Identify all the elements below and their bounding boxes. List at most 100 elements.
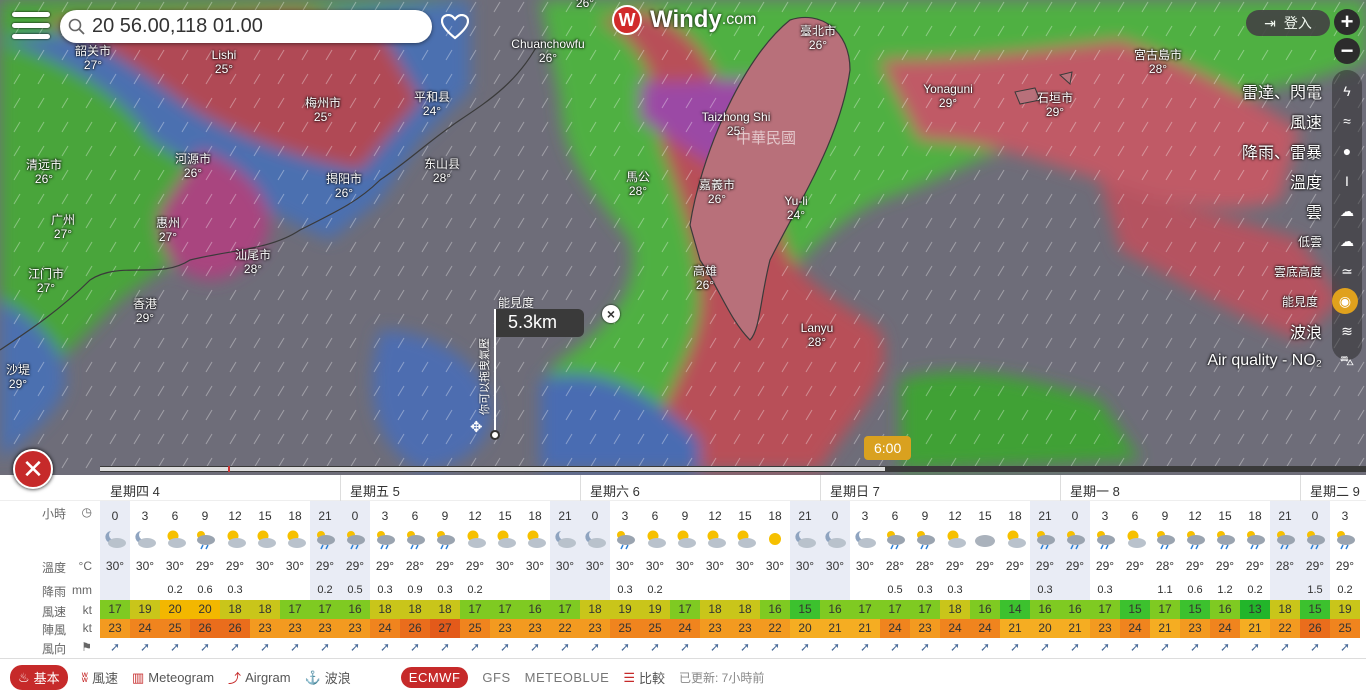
layer-radar[interactable]: 雷達、閃電 ϟ [1006, 76, 1366, 106]
search-box[interactable] [60, 10, 432, 43]
hour-cell: 0 [1311, 509, 1319, 523]
wind-cell: 18 [220, 600, 250, 619]
city-label: 广州 27° [50, 213, 76, 241]
temp-cell: 30° [825, 559, 845, 573]
wind-direction-arrow-icon: ➚ [1159, 640, 1171, 654]
wind-direction-arrow-icon: ➚ [109, 640, 121, 654]
layer-low-clouds[interactable]: 低雲 ☁ [1006, 226, 1366, 256]
search-input[interactable] [92, 15, 422, 38]
wind-cell: 17 [1090, 600, 1120, 619]
low-cloud-icon: ☁ [1340, 232, 1354, 249]
weather-cell [880, 528, 910, 555]
temp-cell: 29° [195, 559, 215, 573]
country-label: 中華民國 [735, 130, 797, 147]
compare-button[interactable]: ☰ 比較 [623, 668, 665, 687]
login-button[interactable]: ⇥ 登入 [1246, 10, 1330, 36]
hour-cell: 3 [621, 509, 629, 523]
drag-move-icon[interactable]: ✥ [470, 418, 483, 436]
wind-direction-arrow-icon: ➚ [949, 640, 961, 654]
drag-hint: 你可以拖曳氣壓 [479, 338, 491, 415]
weather-cell [610, 528, 640, 555]
model-meteoblue[interactable]: METEOBLUE [525, 670, 610, 685]
layer-air-quality[interactable]: Air quality - NO₂ ⛍ [1006, 346, 1366, 376]
picker-close-icon[interactable]: × [602, 305, 620, 323]
rain-cloud-icon [1337, 531, 1355, 550]
rain-cell: 0.5 [887, 584, 903, 596]
wind-direction-arrow-icon: ➚ [1039, 640, 1051, 654]
temp-cell: 30° [795, 559, 815, 573]
compare-icon: ☰ [623, 669, 635, 685]
weather-cell [1210, 528, 1240, 555]
car-icon: ⛍ [1339, 351, 1355, 368]
wind-cell: 19 [1330, 600, 1360, 619]
weather-map[interactable]: 韶关市 27° Lishi 25° Chuanchowfu 26° 梅州市 25° 平和… [0, 0, 1366, 475]
wind-cell: 15 [1120, 600, 1150, 619]
layer-waves[interactable]: 波浪 ≋ [1006, 316, 1366, 346]
rain-cell: 0.3 [617, 584, 633, 596]
zoom-in-button[interactable]: + [1334, 9, 1360, 35]
hour-cell: 6 [1131, 509, 1139, 523]
gust-cell: 23 [520, 619, 550, 638]
layer-wind[interactable]: 風速 ≈ [1006, 106, 1366, 136]
temp-cell: 28° [1155, 559, 1175, 573]
tab-waves[interactable]: ⚓ 波浪 [305, 668, 351, 687]
tab-meteogram[interactable]: ▥ Meteogram [132, 670, 214, 686]
rain-cloud-icon [1067, 531, 1085, 550]
temp-cell: 28° [405, 559, 425, 573]
city-label: 汕尾市 28° [234, 248, 272, 276]
hour-cell: 0 [591, 509, 599, 523]
row-label-text: 降雨 [42, 585, 67, 599]
temp-cell: 30° [495, 559, 515, 573]
wind-direction-arrow-icon: ➚ [829, 640, 841, 654]
row-unit: kt [82, 621, 92, 635]
layer-rain[interactable]: 降雨、雷暴 ● [1006, 136, 1366, 166]
wind-direction-arrow-icon: ➚ [1279, 640, 1291, 654]
hour-cell: 3 [1341, 509, 1349, 523]
close-forecast-button[interactable]: ✕ [13, 449, 53, 489]
picker-dot[interactable] [490, 430, 500, 440]
city-label: 平和县 24° [413, 90, 451, 118]
partly-cloudy-night-icon [105, 531, 126, 548]
rain-cell: 0.3 [947, 584, 963, 596]
row-label-text: 小時 [42, 507, 67, 521]
rain-cell: 0.3 [1037, 584, 1053, 596]
weather-cell [820, 528, 850, 555]
hour-cell: 18 [1008, 509, 1022, 523]
menu-button[interactable] [12, 12, 50, 42]
hour-cell: 3 [141, 509, 149, 523]
rain-cloud-icon [1097, 531, 1115, 550]
time-bubble[interactable]: 6:00 [864, 436, 912, 460]
tab-wind[interactable]: ʬ 風速 [82, 668, 118, 687]
wind-direction-arrow-icon: ➚ [409, 640, 421, 654]
rain-cloud-icon [377, 531, 395, 550]
gust-cell: 23 [280, 619, 310, 638]
gust-cell: 26 [220, 619, 250, 638]
tab-airgram[interactable]: ⤴ Airgram [228, 668, 291, 687]
partly-cloudy-night-icon [555, 531, 576, 548]
model-gfs[interactable]: GFS [482, 670, 510, 685]
layer-temperature[interactable]: 溫度 I [1006, 166, 1366, 196]
favorite-heart-icon[interactable] [441, 14, 469, 40]
tab-basic[interactable]: ♨ 基本 [10, 665, 68, 690]
rain-cell: 0.3 [1097, 584, 1113, 596]
sun-cloud-icon [497, 530, 516, 548]
hour-cell: 6 [171, 509, 179, 523]
layer-visibility[interactable]: 能見度 ◉ [1006, 286, 1366, 316]
gust-cell: 23 [580, 619, 610, 638]
layer-clouds[interactable]: 雲 ☁ [1006, 196, 1366, 226]
hour-cell: 12 [948, 509, 962, 523]
gust-cell: 25 [460, 619, 490, 638]
weather-cell [1030, 528, 1060, 555]
weather-cell [1150, 528, 1180, 555]
weather-cell [1000, 528, 1030, 555]
row-label-wind: 風速 kt [0, 603, 100, 620]
timeline-bar[interactable] [100, 466, 1366, 472]
zoom-out-button[interactable]: − [1334, 38, 1360, 64]
weather-cell [910, 528, 940, 555]
partly-cloudy-night-icon [855, 531, 876, 548]
timeline-progress [100, 467, 885, 471]
model-ecmwf[interactable]: ECMWF [400, 667, 469, 688]
layer-cloud-base[interactable]: 雲底高度 ≃ [1006, 256, 1366, 286]
rain-cloud-icon [347, 531, 365, 550]
wind-direction-arrow-icon: ➚ [589, 640, 601, 654]
